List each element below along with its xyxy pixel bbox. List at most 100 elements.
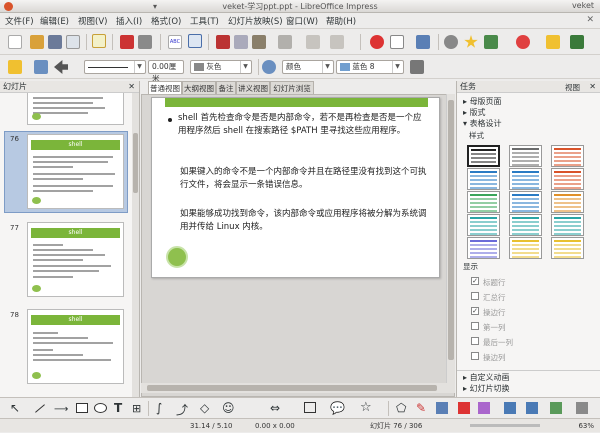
table-style-swatch[interactable] bbox=[467, 214, 500, 236]
auto-spellcheck-icon[interactable] bbox=[188, 34, 202, 48]
arrow-line-tool-icon[interactable]: ⟶ bbox=[54, 404, 68, 415]
new-document-icon[interactable] bbox=[8, 35, 22, 49]
table-style-swatch[interactable] bbox=[467, 191, 500, 213]
arrow-style-icon[interactable] bbox=[54, 60, 68, 74]
line-icon[interactable] bbox=[34, 60, 48, 74]
text-tool-icon[interactable]: T bbox=[114, 401, 122, 415]
navigator-icon[interactable] bbox=[444, 35, 458, 49]
more-options-icon[interactable] bbox=[546, 35, 560, 49]
block-arrows-icon[interactable]: ⇔ bbox=[270, 401, 280, 415]
spellcheck-icon[interactable]: ABC bbox=[168, 35, 182, 49]
menu-format[interactable]: 格式(O) bbox=[151, 15, 181, 27]
slide-thumbnail[interactable] bbox=[27, 93, 124, 125]
flowchart-icon[interactable] bbox=[304, 402, 316, 413]
menu-tools[interactable]: 工具(T) bbox=[190, 15, 219, 27]
table-style-swatch[interactable] bbox=[467, 237, 500, 259]
option-checkbox[interactable] bbox=[471, 352, 479, 360]
vertical-text-icon[interactable]: ⊞ bbox=[132, 402, 141, 415]
clone-formatting-icon[interactable] bbox=[278, 35, 292, 49]
option-checkbox[interactable] bbox=[471, 322, 479, 330]
line-style-select[interactable]: ▼ bbox=[84, 60, 146, 74]
table-style-swatch[interactable] bbox=[509, 191, 542, 213]
undo-icon[interactable] bbox=[306, 35, 320, 49]
table-style-swatch[interactable] bbox=[509, 214, 542, 236]
show-draw-functions-icon[interactable] bbox=[570, 35, 584, 49]
stars-icon[interactable]: ☆ bbox=[360, 400, 372, 415]
from-file-icon[interactable] bbox=[436, 402, 448, 414]
area-icon[interactable] bbox=[262, 60, 276, 74]
slide-thumbnail-76[interactable]: shell bbox=[27, 134, 124, 209]
paste-icon[interactable] bbox=[252, 35, 266, 49]
tab-outline[interactable]: 大纲视图 bbox=[182, 81, 216, 94]
symbol-shapes-icon[interactable]: ☺ bbox=[222, 401, 235, 415]
zoom-icon[interactable] bbox=[484, 35, 498, 49]
styles-icon[interactable] bbox=[8, 60, 22, 74]
option-checkbox[interactable]: ✓ bbox=[471, 307, 479, 315]
cut-icon[interactable] bbox=[216, 35, 230, 49]
section-slide-transition[interactable]: ▸ 幻灯片切换 bbox=[463, 383, 510, 394]
slide-canvas[interactable]: shell 首先检查命令是否是内部命令，若不是再检查是否是一个应用程序然后 sh… bbox=[151, 97, 440, 278]
ellipse-tool-icon[interactable] bbox=[94, 403, 107, 413]
table-style-swatch[interactable] bbox=[551, 191, 584, 213]
fill-mode-select[interactable]: 颜色 ▼ bbox=[282, 60, 334, 74]
edit-file-icon[interactable] bbox=[92, 34, 106, 48]
image-icon[interactable] bbox=[416, 35, 430, 49]
select-pointer-icon[interactable]: ↖ bbox=[10, 402, 20, 414]
menu-slideshow[interactable]: 幻灯片放映(S) bbox=[228, 15, 283, 27]
table-style-swatch[interactable] bbox=[509, 237, 542, 259]
slide-paragraph-2[interactable]: 如果能够成功找到命令，该内部命令或应用程序将被分解为系统调用并传给 Linux … bbox=[180, 208, 428, 234]
option-checkbox[interactable]: ✓ bbox=[471, 277, 479, 285]
table-style-swatch[interactable] bbox=[551, 168, 584, 190]
gallery-draw-icon[interactable] bbox=[458, 402, 470, 414]
align-icon[interactable] bbox=[504, 402, 516, 414]
fill-color-select[interactable]: 蓝色 8 ▼ bbox=[336, 60, 404, 74]
export-pdf-icon[interactable] bbox=[120, 35, 134, 49]
tab-handout[interactable]: 讲义视图 bbox=[236, 81, 270, 94]
tab-slide-sorter[interactable]: 幻灯片浏览 bbox=[270, 81, 314, 94]
toggle-extrusion-icon[interactable] bbox=[576, 402, 588, 414]
points-icon[interactable]: ⬠ bbox=[396, 401, 406, 415]
line-tool-icon[interactable] bbox=[35, 404, 45, 413]
table-style-swatch[interactable] bbox=[509, 168, 542, 190]
record-icon[interactable] bbox=[370, 35, 384, 49]
slide-thumbnail-78[interactable]: shell bbox=[27, 309, 124, 384]
slide-thumbnail-77[interactable]: shell bbox=[27, 222, 124, 297]
fontwork-icon[interactable]: ✎ bbox=[416, 401, 426, 415]
edit-vertical-scrollbar[interactable] bbox=[446, 94, 455, 384]
slide-paragraph-1[interactable]: 如果键入的命令不是一个内部命令并且在路径里没有找到这个可执行文件，将会显示一条错… bbox=[180, 166, 428, 192]
line-color-select[interactable]: 灰色 ▼ bbox=[190, 60, 252, 74]
print-icon[interactable] bbox=[138, 35, 152, 49]
curve-tool-icon[interactable]: ∫ bbox=[156, 401, 162, 415]
help-icon[interactable] bbox=[516, 35, 530, 49]
shadow-toggle-icon[interactable] bbox=[550, 402, 562, 414]
section-table-design[interactable]: ▾ 表格设计 bbox=[463, 118, 502, 129]
tab-normal[interactable]: 普通视图 bbox=[148, 81, 182, 94]
gallery-icon[interactable] bbox=[464, 35, 478, 48]
table-style-swatch[interactable] bbox=[467, 145, 500, 167]
zoom-level[interactable]: 63% bbox=[578, 419, 594, 433]
option-checkbox[interactable] bbox=[471, 292, 479, 300]
table-style-swatch[interactable] bbox=[509, 145, 542, 167]
menu-help[interactable]: 帮助(H) bbox=[326, 15, 356, 27]
connector-tool-icon[interactable]: ⤴ bbox=[176, 401, 188, 418]
slide-bullet-text[interactable]: shell 首先检查命令是否是内部命令，若不是再检查是否是一个应用程序然后 sh… bbox=[178, 112, 428, 138]
menu-window[interactable]: 窗口(W) bbox=[286, 15, 318, 27]
section-master-pages[interactable]: ▸ 母版页面 bbox=[463, 96, 502, 107]
save-icon[interactable] bbox=[48, 35, 62, 49]
menu-edit[interactable]: 编辑(E) bbox=[40, 15, 69, 27]
callouts-icon[interactable]: 💬 bbox=[330, 401, 345, 415]
scroll-thumb[interactable] bbox=[147, 385, 437, 391]
edit-horizontal-scrollbar[interactable] bbox=[141, 383, 455, 393]
email-icon[interactable] bbox=[66, 35, 80, 49]
menu-file[interactable]: 文件(F) bbox=[5, 15, 34, 27]
redo-icon[interactable] bbox=[330, 35, 344, 49]
rectangle-tool-icon[interactable] bbox=[76, 403, 88, 413]
section-layouts[interactable]: ▸ 版式 bbox=[463, 107, 486, 118]
tab-notes[interactable]: 备注 bbox=[216, 81, 236, 94]
menu-insert[interactable]: 插入(I) bbox=[116, 15, 142, 27]
basic-shapes-icon[interactable]: ◇ bbox=[200, 401, 209, 415]
table-icon[interactable] bbox=[390, 35, 404, 49]
shadow-icon[interactable] bbox=[410, 60, 424, 74]
table-style-swatch[interactable] bbox=[551, 237, 584, 259]
option-checkbox[interactable] bbox=[471, 337, 479, 345]
